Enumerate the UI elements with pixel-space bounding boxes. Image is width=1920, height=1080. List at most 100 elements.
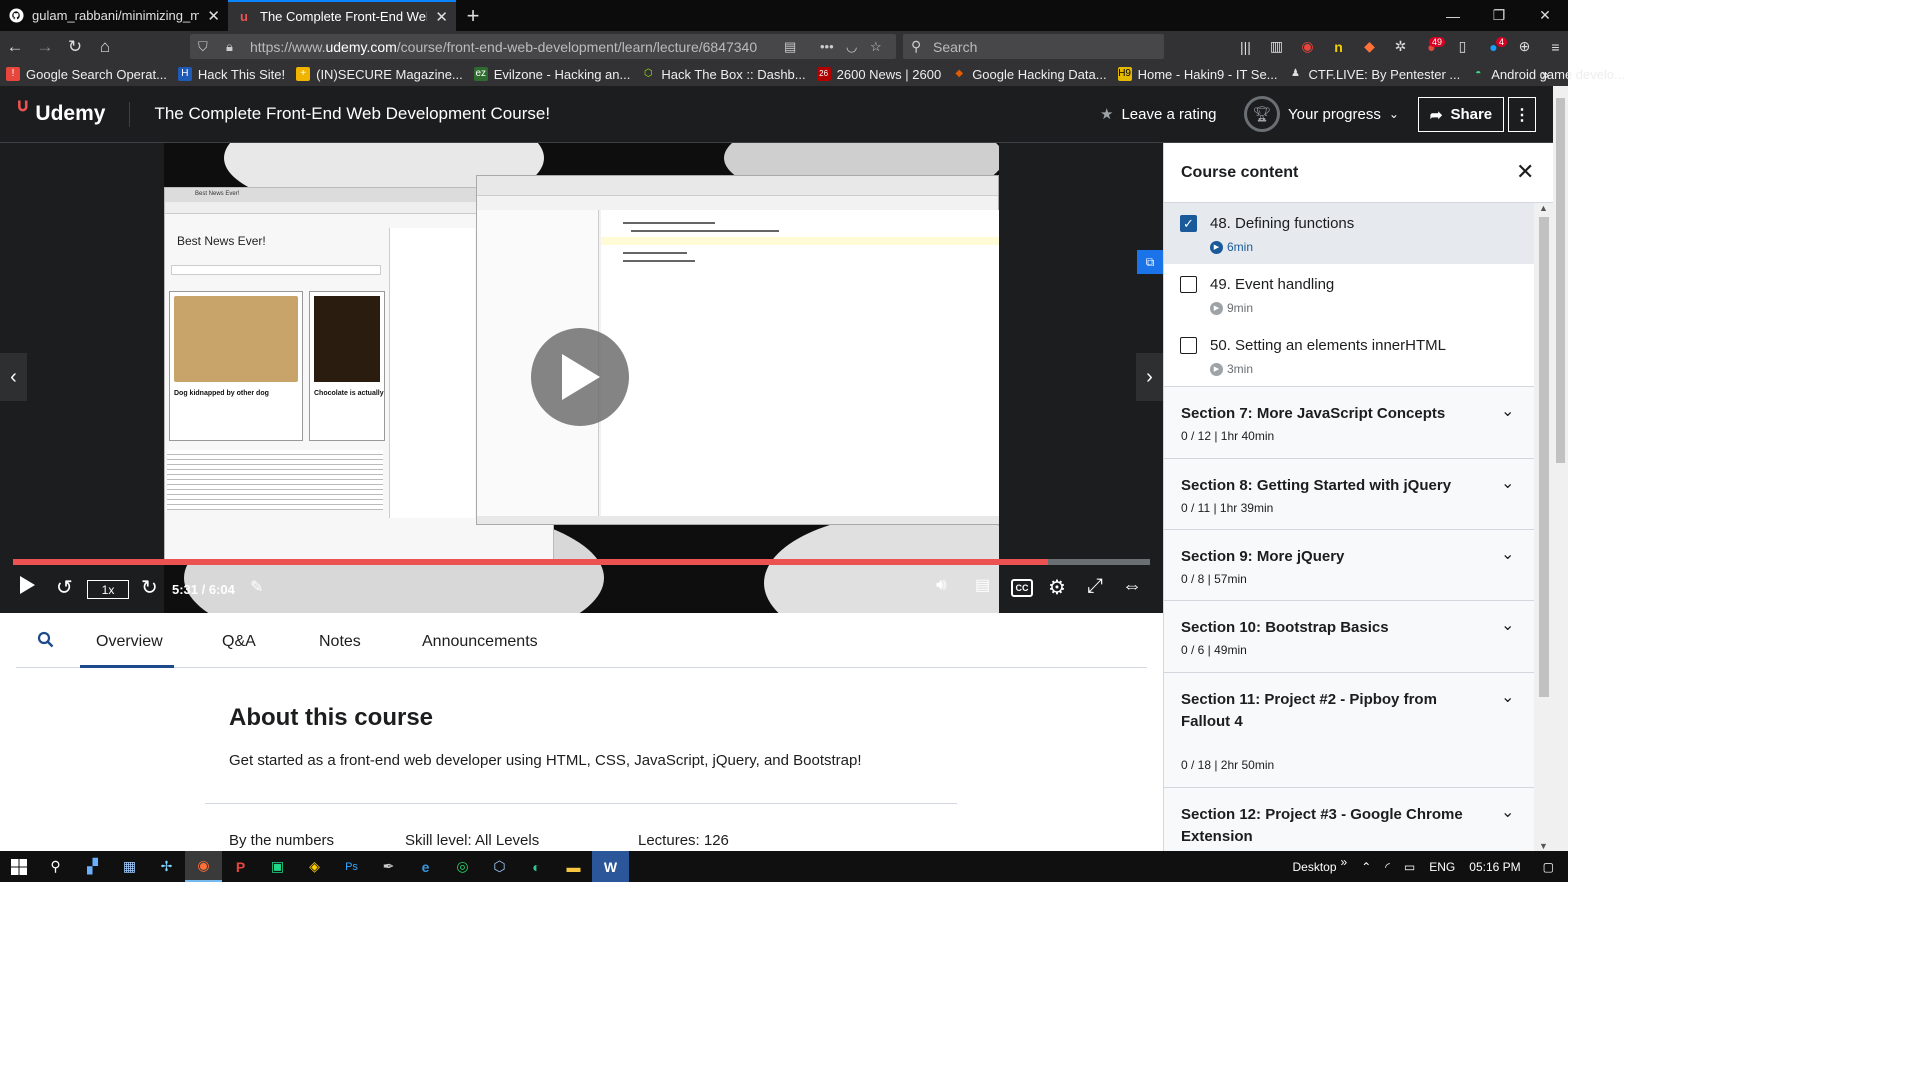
url-bar[interactable]: ⛉ 🔒︎ https://www.udemy.com/course/front-… [190,34,896,59]
lecture-checkbox[interactable]: ✓ [1180,215,1197,232]
app-icon[interactable]: ▞ [74,851,111,882]
expand-width-icon[interactable]: ⇔ [1122,575,1142,598]
bookmark-item[interactable]: ! Google Search Operat... [6,67,167,82]
windows-start-icon[interactable] [0,851,37,882]
new-tab-button[interactable]: + [456,0,490,31]
settings-gear-icon[interactable]: ⚙ [1048,575,1066,600]
app-icon[interactable]: ⬡ [481,851,518,882]
extension-globe-icon[interactable]: ◉ [1292,38,1323,55]
photoshop-icon[interactable]: Ps [333,851,370,882]
bookmark-note-icon[interactable]: ✎ [250,577,263,597]
maximize-icon[interactable]: ❐ [1476,0,1522,31]
next-lecture-button[interactable]: › [1136,353,1163,401]
whatsapp-icon[interactable]: ◎ [444,851,481,882]
section-item[interactable]: Section 12: Project #3 - Google Chrome E… [1164,787,1534,851]
extension-trash-icon[interactable]: ▯ [1447,38,1478,55]
search-bar[interactable]: ⚲ Search [903,34,1164,59]
reader-view-icon[interactable]: ▤ [784,39,796,55]
reload-icon[interactable]: ↻ [60,31,90,62]
udemy-logo[interactable]: ᐡ Udemy [16,94,105,134]
scroll-up-icon[interactable]: ▲ [1539,203,1548,213]
your-progress-button[interactable]: 🏆︎ Your progress ⌄ [1244,96,1399,132]
language-indicator[interactable]: ENG [1429,860,1455,874]
browser-tab-github[interactable]: gulam_rabbani/minimizing_ma ✕ [0,0,228,31]
video-player[interactable]: Best News Ever! Best News Ever! Dog kidn… [0,143,1163,613]
close-tab-icon[interactable]: ✕ [207,7,220,25]
share-button[interactable]: ➦ Share [1418,97,1504,132]
scroll-down-icon[interactable]: ▼ [1539,841,1548,851]
page-scroll-thumb[interactable] [1556,98,1565,463]
app-icon[interactable]: ✒ [370,851,407,882]
browser-tab-udemy[interactable]: u The Complete Front-End Web D ✕ [228,0,456,31]
back-icon[interactable]: ← [0,31,30,62]
word-icon[interactable]: W [592,851,629,882]
leave-rating-button[interactable]: ★ Leave a rating [1100,105,1217,124]
extension-gear-icon[interactable]: ✲ [1385,38,1416,55]
section-item[interactable]: Section 11: Project #2 - Pipboy from Fal… [1164,672,1534,787]
battery-icon[interactable]: ▭ [1404,860,1415,874]
wifi-icon[interactable]: ◜ [1385,860,1390,874]
menu-icon[interactable]: ≡ [1540,39,1571,55]
section-item[interactable]: Section 9: More jQuery 0 / 8 | 57min ⌄ [1164,529,1534,600]
pocket-icon[interactable]: ◡ [846,39,857,55]
app-icon[interactable]: ◈ [296,851,333,882]
sidebar-scrollbar[interactable]: ▲ ▼ [1534,203,1553,851]
page-scrollbar[interactable] [1553,86,1568,851]
lecture-item[interactable]: ✓ 48. Defining functions ▶ 6min [1164,203,1534,264]
forward-icon[interactable]: → [30,31,60,62]
section-item[interactable]: Section 8: Getting Started with jQuery 0… [1164,458,1534,529]
bookmarks-overflow-icon[interactable]: » [1542,67,1549,82]
tab-notes[interactable]: Notes [319,633,361,651]
extension-badge-icon[interactable]: ● 49 [1416,36,1447,55]
app-icon[interactable]: P [222,851,259,882]
edge-icon[interactable]: e [407,851,444,882]
forward-5-button[interactable]: ↻ [141,575,158,600]
tab-overview[interactable]: Overview [96,633,163,651]
lecture-checkbox[interactable] [1180,276,1197,293]
firefox-icon[interactable]: ◉ [185,851,222,882]
bookmark-star-icon[interactable]: ☆ [870,39,882,55]
captions-button[interactable]: CC [1011,579,1033,597]
close-tab-icon[interactable]: ✕ [435,8,448,26]
video-progress-bar[interactable] [13,559,1150,565]
app-icon[interactable]: ◐ [518,851,555,882]
play-overlay-button[interactable] [531,328,629,426]
file-explorer-icon[interactable]: ▬ [555,851,592,882]
section-item[interactable]: Section 7: More JavaScript Concepts 0 / … [1164,386,1534,458]
fullscreen-icon[interactable]: ⤢ [1087,575,1103,598]
lecture-item[interactable]: 50. Setting an elements innerHTML ▶ 3min [1164,325,1534,386]
extension-fox-icon[interactable]: ◆ [1354,38,1385,55]
notifications-icon[interactable]: ▢ [1543,860,1554,874]
section-item[interactable]: Section 10: Bootstrap Basics 0 / 6 | 49m… [1164,600,1534,672]
shield-icon[interactable]: ⛉ [198,39,208,55]
previous-lecture-button[interactable]: ‹ [0,353,27,401]
bookmark-item[interactable]: ez Evilzone - Hacking an... [473,67,630,82]
library-icon[interactable]: ||| [1230,39,1261,55]
rewind-5-button[interactable]: ↺ [56,575,73,600]
extension-blue-icon[interactable]: ● 4 [1478,36,1509,55]
url-text[interactable]: https://www.udemy.com/course/front-end-w… [250,39,770,55]
more-actions-icon[interactable]: ••• [820,39,834,54]
volume-icon[interactable]: 🔊︎ [936,575,947,595]
lecture-item[interactable]: 49. Event handling ▶ 9min [1164,264,1534,325]
sidebar-icon[interactable]: ▥ [1261,38,1292,55]
bookmark-item[interactable]: ⬡ Hack The Box :: Dashb... [641,67,806,82]
close-icon[interactable]: ✕ [1516,159,1534,185]
bookmark-item[interactable]: ♟ CTF.LIVE: By Pentester ... [1289,67,1460,82]
tab-qa[interactable]: Q&A [222,633,256,651]
bookmark-item[interactable]: + (IN)SECURE Magazine... [296,67,463,82]
chevron-right-icon[interactable]: » [1341,855,1348,869]
home-icon[interactable]: ⌂ [90,31,120,62]
bookmark-item[interactable]: H9 Home - Hakin9 - IT Se... [1117,67,1278,82]
lock-icon[interactable]: 🔒︎ [226,39,233,55]
sidebar-scroll-thumb[interactable] [1539,217,1549,697]
search-icon[interactable]: ⚲ [37,851,74,882]
app-icon[interactable]: ▦ [111,851,148,882]
tab-announcements[interactable]: Announcements [422,633,538,651]
play-button[interactable] [18,575,36,595]
pycharm-icon[interactable]: ▣ [259,851,296,882]
course-title[interactable]: The Complete Front-End Web Development C… [154,104,550,124]
bookmark-item[interactable]: ◆ Google Hacking Data... [952,67,1106,82]
minimize-icon[interactable]: — [1430,0,1476,31]
more-options-button[interactable]: ⋮ [1508,97,1536,132]
